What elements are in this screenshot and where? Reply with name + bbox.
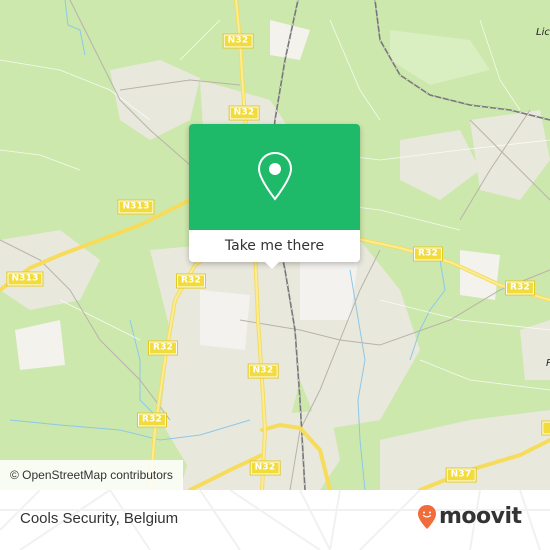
moovit-logo[interactable]: moovit: [417, 504, 522, 530]
road-shield-n32: N32: [222, 33, 254, 49]
road-shield-r32: R32: [504, 280, 536, 296]
road-shield-n32: N32: [247, 363, 279, 379]
moovit-pin-icon: [418, 505, 436, 529]
location-title: Cools Security, Belgium: [20, 510, 179, 527]
place-label: P: [546, 358, 550, 369]
road-shield-r32: R32: [136, 412, 168, 428]
road-shield-partial: [541, 420, 550, 436]
location-popup[interactable]: Take me there: [189, 124, 360, 269]
popup-pointer: [263, 260, 281, 269]
popup-header: [189, 124, 360, 230]
road-shield-n313: N313: [117, 199, 155, 215]
road-shield-r32: R32: [175, 273, 207, 289]
road-shield-n32: N32: [249, 460, 281, 476]
moovit-wordmark: moovit: [439, 503, 522, 529]
take-me-there-button[interactable]: Take me there: [189, 230, 360, 262]
map[interactable]: N32 N32 N313 N313 R32 R32 R32 R32 R32 N3…: [0, 0, 550, 490]
road-shield-n32: N32: [228, 105, 260, 121]
place-label: Lic: [536, 27, 550, 38]
road-shield-n37: N37: [445, 467, 477, 483]
road-shield-r32: R32: [412, 246, 444, 262]
map-attribution[interactable]: © OpenStreetMap contributors: [0, 460, 183, 490]
road-shield-n313: N313: [6, 271, 44, 287]
road-shield-r32: R32: [147, 340, 179, 356]
map-pin-icon: [257, 151, 292, 201]
